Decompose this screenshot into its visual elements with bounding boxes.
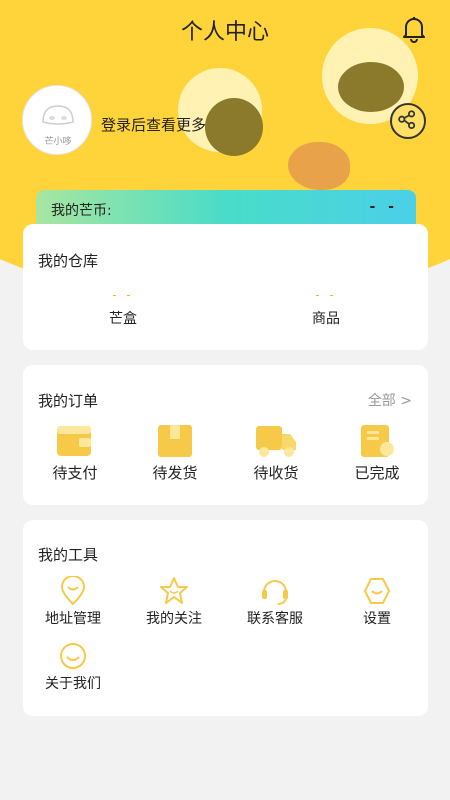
order-pending-payment[interactable]: 待支付 [35, 422, 115, 483]
settings-hex-icon [364, 578, 390, 604]
order-completed-label: 已完成 [354, 464, 400, 482]
decor-blob [288, 142, 350, 190]
warehouse-title: 我的仓库 [38, 252, 99, 270]
warehouse-item-box[interactable]: - - 芒盒 [63, 288, 183, 328]
box-icon [158, 425, 192, 457]
warehouse-goods-label: 商品 [312, 311, 340, 327]
warehouse-card: 我的仓库 - - 芒盒 - - 商品 [23, 224, 428, 350]
headset-icon [262, 580, 288, 605]
warehouse-box-label: 芒盒 [109, 311, 137, 327]
tool-service-label: 联系客服 [247, 611, 303, 627]
tool-my-follows[interactable]: 我的关注 [124, 576, 224, 628]
warehouse-item-goods[interactable]: - - 商品 [266, 288, 386, 328]
share-button[interactable] [390, 103, 426, 139]
avatar[interactable]: 芒小哆 [22, 85, 92, 155]
tool-about-us[interactable]: 关于我们 [23, 641, 123, 693]
share-icon [398, 110, 416, 129]
login-prompt-link[interactable]: 登录后查看更多 [101, 114, 206, 135]
wallet-icon [57, 426, 91, 456]
tool-settings-label: 设置 [363, 611, 391, 627]
tool-follows-label: 我的关注 [146, 611, 202, 627]
completed-doc-icon [361, 425, 394, 457]
coin-label: 我的芒币: [51, 203, 112, 219]
order-completed[interactable]: 已完成 [337, 422, 417, 483]
order-pending-payment-label: 待支付 [52, 464, 98, 482]
tools-card: 我的工具 地址管理 我的关注 联系客服 设置 关于我们 [23, 520, 428, 716]
orders-title: 我的订单 [38, 392, 99, 410]
order-pending-shipment[interactable]: 待发货 [135, 422, 215, 483]
tool-about-label: 关于我们 [45, 676, 101, 692]
tool-address-label: 地址管理 [45, 611, 101, 627]
star-icon [160, 577, 188, 604]
order-pending-shipment-label: 待发货 [152, 464, 198, 482]
tools-title: 我的工具 [38, 546, 99, 564]
tool-customer-service[interactable]: 联系客服 [225, 576, 325, 628]
order-pending-receipt-label: 待收货 [253, 464, 299, 482]
tool-settings[interactable]: 设置 [327, 576, 427, 628]
tool-address-management[interactable]: 地址管理 [23, 576, 123, 628]
coin-value: - - [369, 199, 398, 215]
orders-card: 我的订单 全部 > 待支付 待发货 待收货 已完成 [23, 365, 428, 505]
warehouse-goods-count: - - [315, 288, 337, 302]
warehouse-box-count: - - [112, 288, 134, 302]
avatar-label: 芒小哆 [44, 137, 72, 147]
smile-icon [60, 643, 86, 669]
bell-icon[interactable] [400, 14, 428, 44]
order-pending-receipt[interactable]: 待收货 [236, 422, 316, 483]
location-pin-icon [60, 576, 86, 606]
truck-icon [256, 426, 296, 457]
orders-all-link[interactable]: 全部 > [368, 390, 412, 410]
page-title: 个人中心 [180, 20, 269, 45]
decor-blob [205, 98, 263, 156]
